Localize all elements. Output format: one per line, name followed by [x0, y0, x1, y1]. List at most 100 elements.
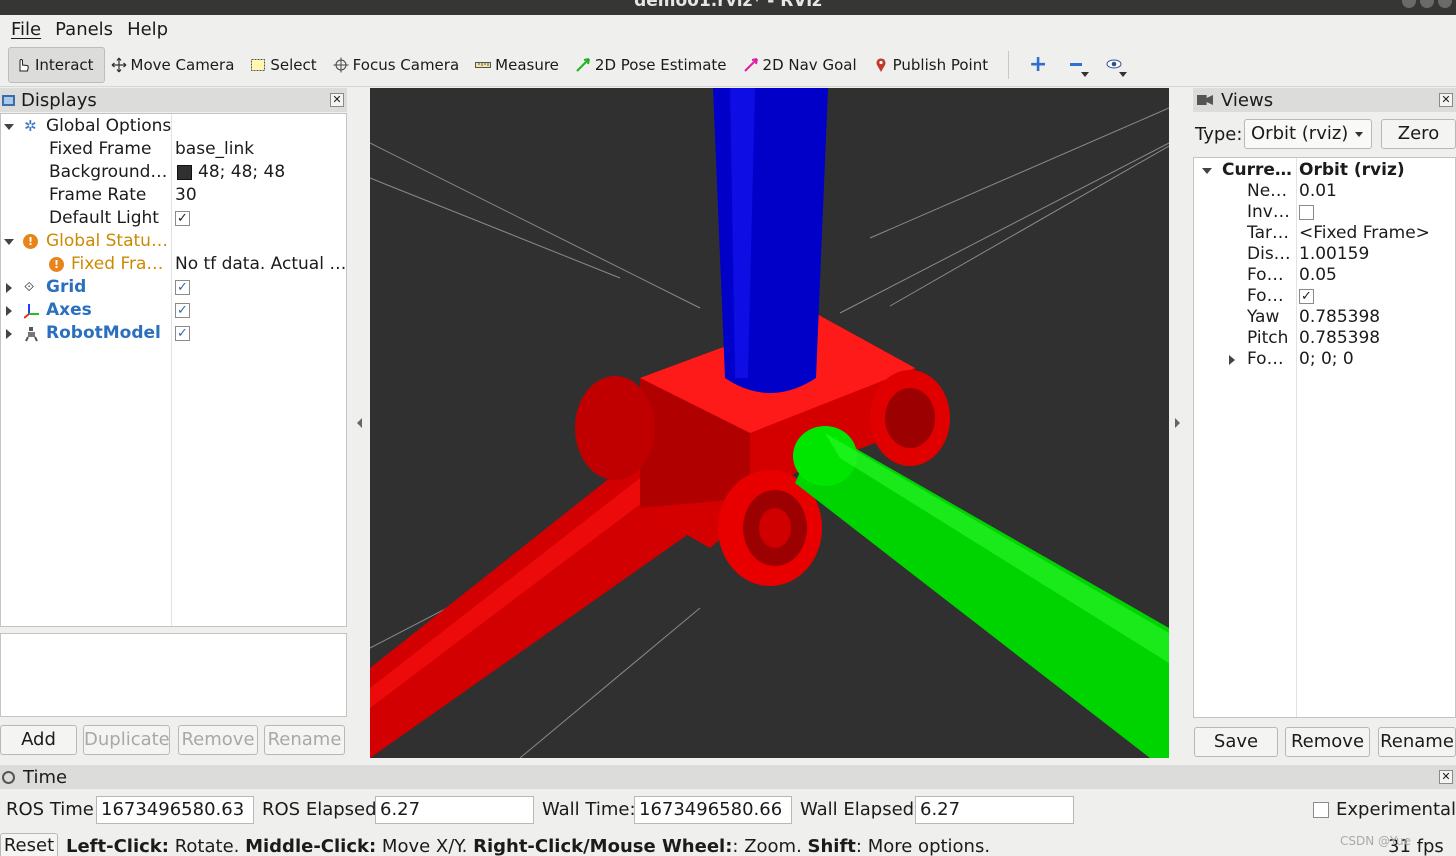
- reset-button[interactable]: Reset: [0, 833, 58, 856]
- add-display-button[interactable]: Add: [0, 725, 77, 755]
- views-row-yaw[interactable]: Yaw 0.785398: [1194, 307, 1456, 328]
- fixed-frame-value[interactable]: base_link: [175, 138, 254, 161]
- views-row-distance[interactable]: Dis… 1.00159: [1194, 244, 1456, 265]
- collapse-arrow-icon[interactable]: [6, 329, 12, 339]
- color-swatch[interactable]: [177, 165, 192, 180]
- tree-row-axes[interactable]: Axes ✓: [1, 299, 346, 322]
- views-row-focal-shape-fixed[interactable]: Fo… ✓: [1194, 286, 1456, 307]
- tree-row-background[interactable]: Background… 48; 48; 48: [1, 161, 346, 184]
- background-value[interactable]: 48; 48; 48: [198, 161, 285, 184]
- tree-row-grid[interactable]: ⟐ Grid ✓: [1, 276, 346, 299]
- experimental-checkbox[interactable]: [1313, 802, 1329, 818]
- ros-time-field[interactable]: 1673496580.63: [96, 796, 254, 824]
- menu-help[interactable]: Help: [120, 19, 175, 40]
- display-description-box: [0, 633, 347, 717]
- fixed-frame-status-label: Fixed Fra…: [71, 254, 164, 274]
- yaw-label: Yaw: [1247, 307, 1280, 327]
- wall-elapsed-field[interactable]: 6.27: [915, 796, 1074, 824]
- frame-rate-value[interactable]: 30: [175, 184, 197, 207]
- tree-row-frame-rate[interactable]: Frame Rate 30: [1, 184, 346, 207]
- zero-view-button[interactable]: Zero: [1381, 119, 1456, 149]
- tree-row-global-options[interactable]: ✲ Global Options: [1, 115, 346, 138]
- tree-row-fixed-frame-status[interactable]: ! Fixed Fra… No tf data. Actual …: [1, 253, 346, 276]
- distance-value[interactable]: 1.00159: [1299, 244, 1369, 265]
- right-splitter-arrow-icon[interactable]: [1175, 418, 1180, 428]
- yaw-value[interactable]: 0.785398: [1299, 307, 1380, 328]
- interact-tool[interactable]: Interact: [8, 46, 105, 83]
- views-row-focal-shape-size[interactable]: Fo… 0.05: [1194, 265, 1456, 286]
- expand-arrow-icon[interactable]: [1202, 168, 1212, 174]
- move-camera-tool[interactable]: Move Camera: [105, 47, 245, 83]
- close-displays-button[interactable]: ✕: [330, 93, 344, 107]
- save-view-button[interactable]: Save: [1194, 727, 1278, 757]
- remove-view-button[interactable]: Remove: [1285, 727, 1370, 757]
- view-type-select[interactable]: Orbit (rviz): [1244, 119, 1372, 149]
- tree-row-global-status[interactable]: ! Global Statu…: [1, 230, 346, 253]
- near-clip-value[interactable]: 0.01: [1299, 181, 1337, 202]
- duplicate-display-button[interactable]: Duplicate: [83, 725, 170, 755]
- rename-display-button[interactable]: Rename: [264, 725, 345, 755]
- focal-shape-fixed-checkbox[interactable]: ✓: [1299, 289, 1314, 304]
- focus-camera-tool[interactable]: Focus Camera: [327, 47, 469, 83]
- measure-tool[interactable]: Measure: [469, 47, 569, 83]
- views-row-pitch[interactable]: Pitch 0.785398: [1194, 328, 1456, 349]
- render-viewport[interactable]: [370, 88, 1169, 758]
- pose-estimate-tool[interactable]: 2D Pose Estimate: [569, 47, 737, 83]
- menu-panels[interactable]: Panels: [48, 19, 120, 40]
- dropdown-arrow-icon: [1355, 132, 1363, 137]
- frame-rate-label: Frame Rate: [49, 185, 147, 205]
- default-light-checkbox[interactable]: ✓: [175, 211, 190, 226]
- views-row-focal-point[interactable]: Fo… 0; 0; 0: [1194, 349, 1456, 370]
- hand-pointer-icon: [15, 57, 31, 73]
- clock-icon: [2, 770, 15, 784]
- grid-label: Grid: [46, 277, 87, 297]
- tree-row-robot-model[interactable]: RobotModel ✓: [1, 322, 346, 345]
- pitch-value[interactable]: 0.785398: [1299, 328, 1380, 349]
- rename-view-button[interactable]: Rename: [1378, 727, 1456, 757]
- current-view-label: Curre…: [1222, 160, 1292, 180]
- focal-point-value[interactable]: 0; 0; 0: [1299, 349, 1354, 370]
- target-frame-value[interactable]: <Fixed Frame>: [1299, 223, 1430, 244]
- wheel-front-center: [759, 508, 791, 548]
- view-type-label: Type:: [1195, 124, 1243, 145]
- tree-row-fixed-frame[interactable]: Fixed Frame base_link: [1, 138, 346, 161]
- select-tool[interactable]: Select: [244, 47, 326, 83]
- experimental-label: Experimental: [1336, 799, 1456, 820]
- views-row-near-clip[interactable]: Ne… 0.01: [1194, 181, 1456, 202]
- invert-checkbox[interactable]: [1299, 205, 1314, 220]
- robot-icon: [24, 326, 40, 349]
- collapse-arrow-icon[interactable]: [1229, 355, 1235, 365]
- collapse-arrow-icon[interactable]: [6, 306, 12, 316]
- robot-model-checkbox[interactable]: ✓: [175, 326, 190, 341]
- close-time-button[interactable]: ✕: [1439, 770, 1453, 784]
- nav-goal-tool[interactable]: 2D Nav Goal: [737, 47, 867, 83]
- views-row-target-frame[interactable]: Tar… <Fixed Frame>: [1194, 223, 1456, 244]
- remove-tool-button[interactable]: [1057, 47, 1095, 83]
- focal-shape-size-value[interactable]: 0.05: [1299, 265, 1337, 286]
- expand-arrow-icon[interactable]: [4, 239, 14, 245]
- expand-arrow-icon[interactable]: [4, 124, 14, 130]
- axes-label: Axes: [46, 300, 92, 320]
- ruler-icon: [475, 57, 492, 73]
- grid-checkbox[interactable]: ✓: [175, 280, 190, 295]
- window-titlebar: demo01.rviz* - RViz: [0, 0, 1456, 15]
- collapse-arrow-icon[interactable]: [6, 283, 12, 293]
- global-options-label: Global Options: [46, 116, 172, 136]
- views-row-current[interactable]: Curre… Orbit (rviz): [1194, 160, 1456, 181]
- wall-time-label: Wall Time:: [542, 799, 636, 820]
- ros-elapsed-field[interactable]: 6.27: [375, 796, 534, 824]
- publish-point-tool[interactable]: Publish Point: [867, 47, 998, 83]
- interact-tool-label: Interact: [35, 55, 94, 74]
- current-view-value: Orbit (rviz): [1299, 160, 1405, 180]
- axes-checkbox[interactable]: ✓: [175, 303, 190, 318]
- ros-elapsed-label: ROS Elapsed:: [262, 799, 383, 820]
- left-splitter-arrow-icon[interactable]: [357, 418, 362, 428]
- add-tool-button[interactable]: +: [1019, 47, 1057, 83]
- tool-properties-button[interactable]: [1095, 47, 1133, 83]
- remove-display-button[interactable]: Remove: [178, 725, 258, 755]
- tree-row-default-light[interactable]: Default Light ✓: [1, 207, 346, 230]
- menu-file[interactable]: File: [4, 19, 48, 40]
- wall-time-field[interactable]: 1673496580.66: [634, 796, 792, 824]
- close-views-button[interactable]: ✕: [1439, 93, 1453, 107]
- views-row-invert[interactable]: Inv…: [1194, 202, 1456, 223]
